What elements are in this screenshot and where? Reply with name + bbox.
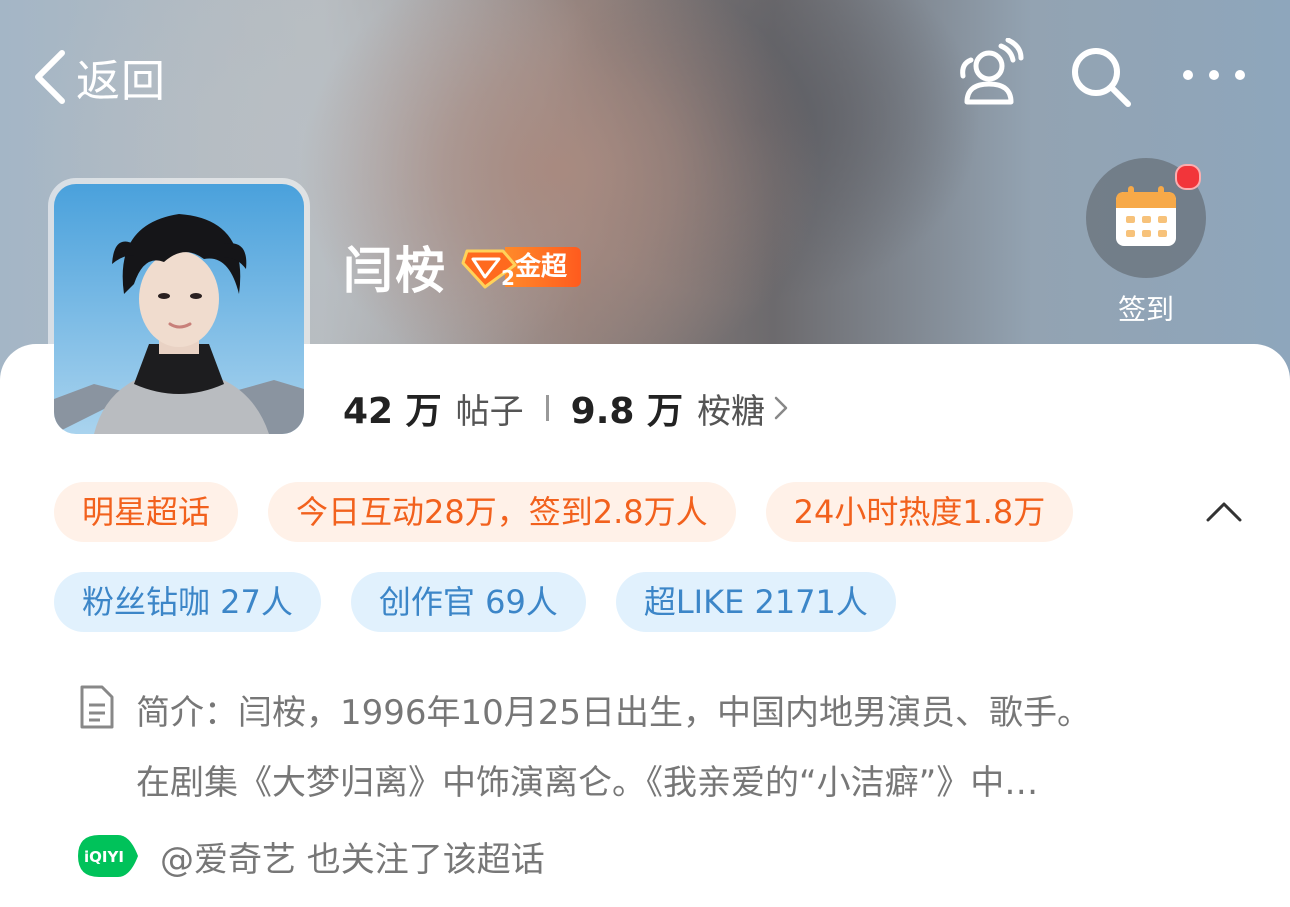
chevron-up-icon xyxy=(1206,502,1242,522)
more-button[interactable] xyxy=(1178,60,1250,90)
tag-fan-diamond[interactable]: 粉丝钻咖 27人 xyxy=(54,572,321,632)
tag-creators[interactable]: 创作官 69人 xyxy=(350,572,586,632)
topic-title: 闫桉 xyxy=(343,242,447,300)
level-badge[interactable]: 2 金超 xyxy=(461,245,582,289)
stats-row[interactable]: 42 万 帖子 9.8 万 桉糖 xyxy=(343,382,789,434)
more-dots-icon xyxy=(1183,70,1245,80)
top-bar: 返回 xyxy=(0,0,1290,150)
people-button[interactable] xyxy=(953,37,1025,110)
checkin-label: 签到 xyxy=(1117,293,1174,326)
collapse-button[interactable] xyxy=(1204,496,1244,526)
intro-section[interactable]: 简介：闫桉，1996年10月25日出生，中国内地男演员、歌手。 在剧集《大梦归离… xyxy=(76,678,1226,818)
tag-row-blue: 粉丝钻咖 27人 创作官 69人 超LIKE 2171人 xyxy=(54,572,926,632)
posts-count: 42 万 xyxy=(343,391,442,432)
level-number: 2 xyxy=(501,266,515,289)
search-icon xyxy=(1072,48,1131,107)
back-label: 返回 xyxy=(76,56,166,107)
candy-count: 9.8 万 xyxy=(570,391,683,432)
document-icon xyxy=(80,685,114,729)
iqiyi-logo-text: iQIYI xyxy=(84,848,124,866)
chevron-right-icon xyxy=(774,396,788,420)
chevron-left-icon xyxy=(35,50,65,104)
stats-divider xyxy=(545,395,549,421)
follow-text: @爱奇艺 也关注了该超话 xyxy=(160,839,545,880)
diamond-level-icon: 2 xyxy=(461,249,517,289)
tag-row-orange: 明星超话 今日互动28万，签到2.8万人 24小时热度1.8万 xyxy=(54,482,1103,542)
checkin-button[interactable]: 签到 xyxy=(1086,158,1206,328)
follow-row[interactable]: iQIYI @爱奇艺 也关注了该超话 xyxy=(74,828,545,884)
notification-dot xyxy=(1175,164,1201,190)
iqiyi-logo-icon: iQIYI xyxy=(78,835,138,877)
tag-24h-heat[interactable]: 24小时热度1.8万 xyxy=(765,482,1074,542)
avatar-frame xyxy=(48,178,310,440)
avatar[interactable] xyxy=(54,184,304,434)
candy-label: 桉糖 xyxy=(696,391,765,432)
people-icon xyxy=(960,37,1024,105)
tag-daily-interaction[interactable]: 今日互动28万，签到2.8万人 xyxy=(268,482,736,542)
topic-title-row: 闫桉 2 金超 xyxy=(343,232,582,302)
search-button[interactable] xyxy=(1068,44,1134,110)
checkin-circle xyxy=(1086,158,1206,278)
tag-star-topic[interactable]: 明星超话 xyxy=(54,482,239,542)
back-button[interactable]: 返回 xyxy=(30,42,166,112)
posts-label: 帖子 xyxy=(455,391,524,432)
tag-super-like[interactable]: 超LIKE 2171人 xyxy=(615,572,896,632)
intro-line-2: 在剧集《大梦归离》中饰演离仑。《我亲爱的“小洁癖”》中… xyxy=(136,763,1039,803)
intro-line-1: 简介：闫桉，1996年10月25日出生，中国内地男演员、歌手。 xyxy=(136,693,1092,733)
